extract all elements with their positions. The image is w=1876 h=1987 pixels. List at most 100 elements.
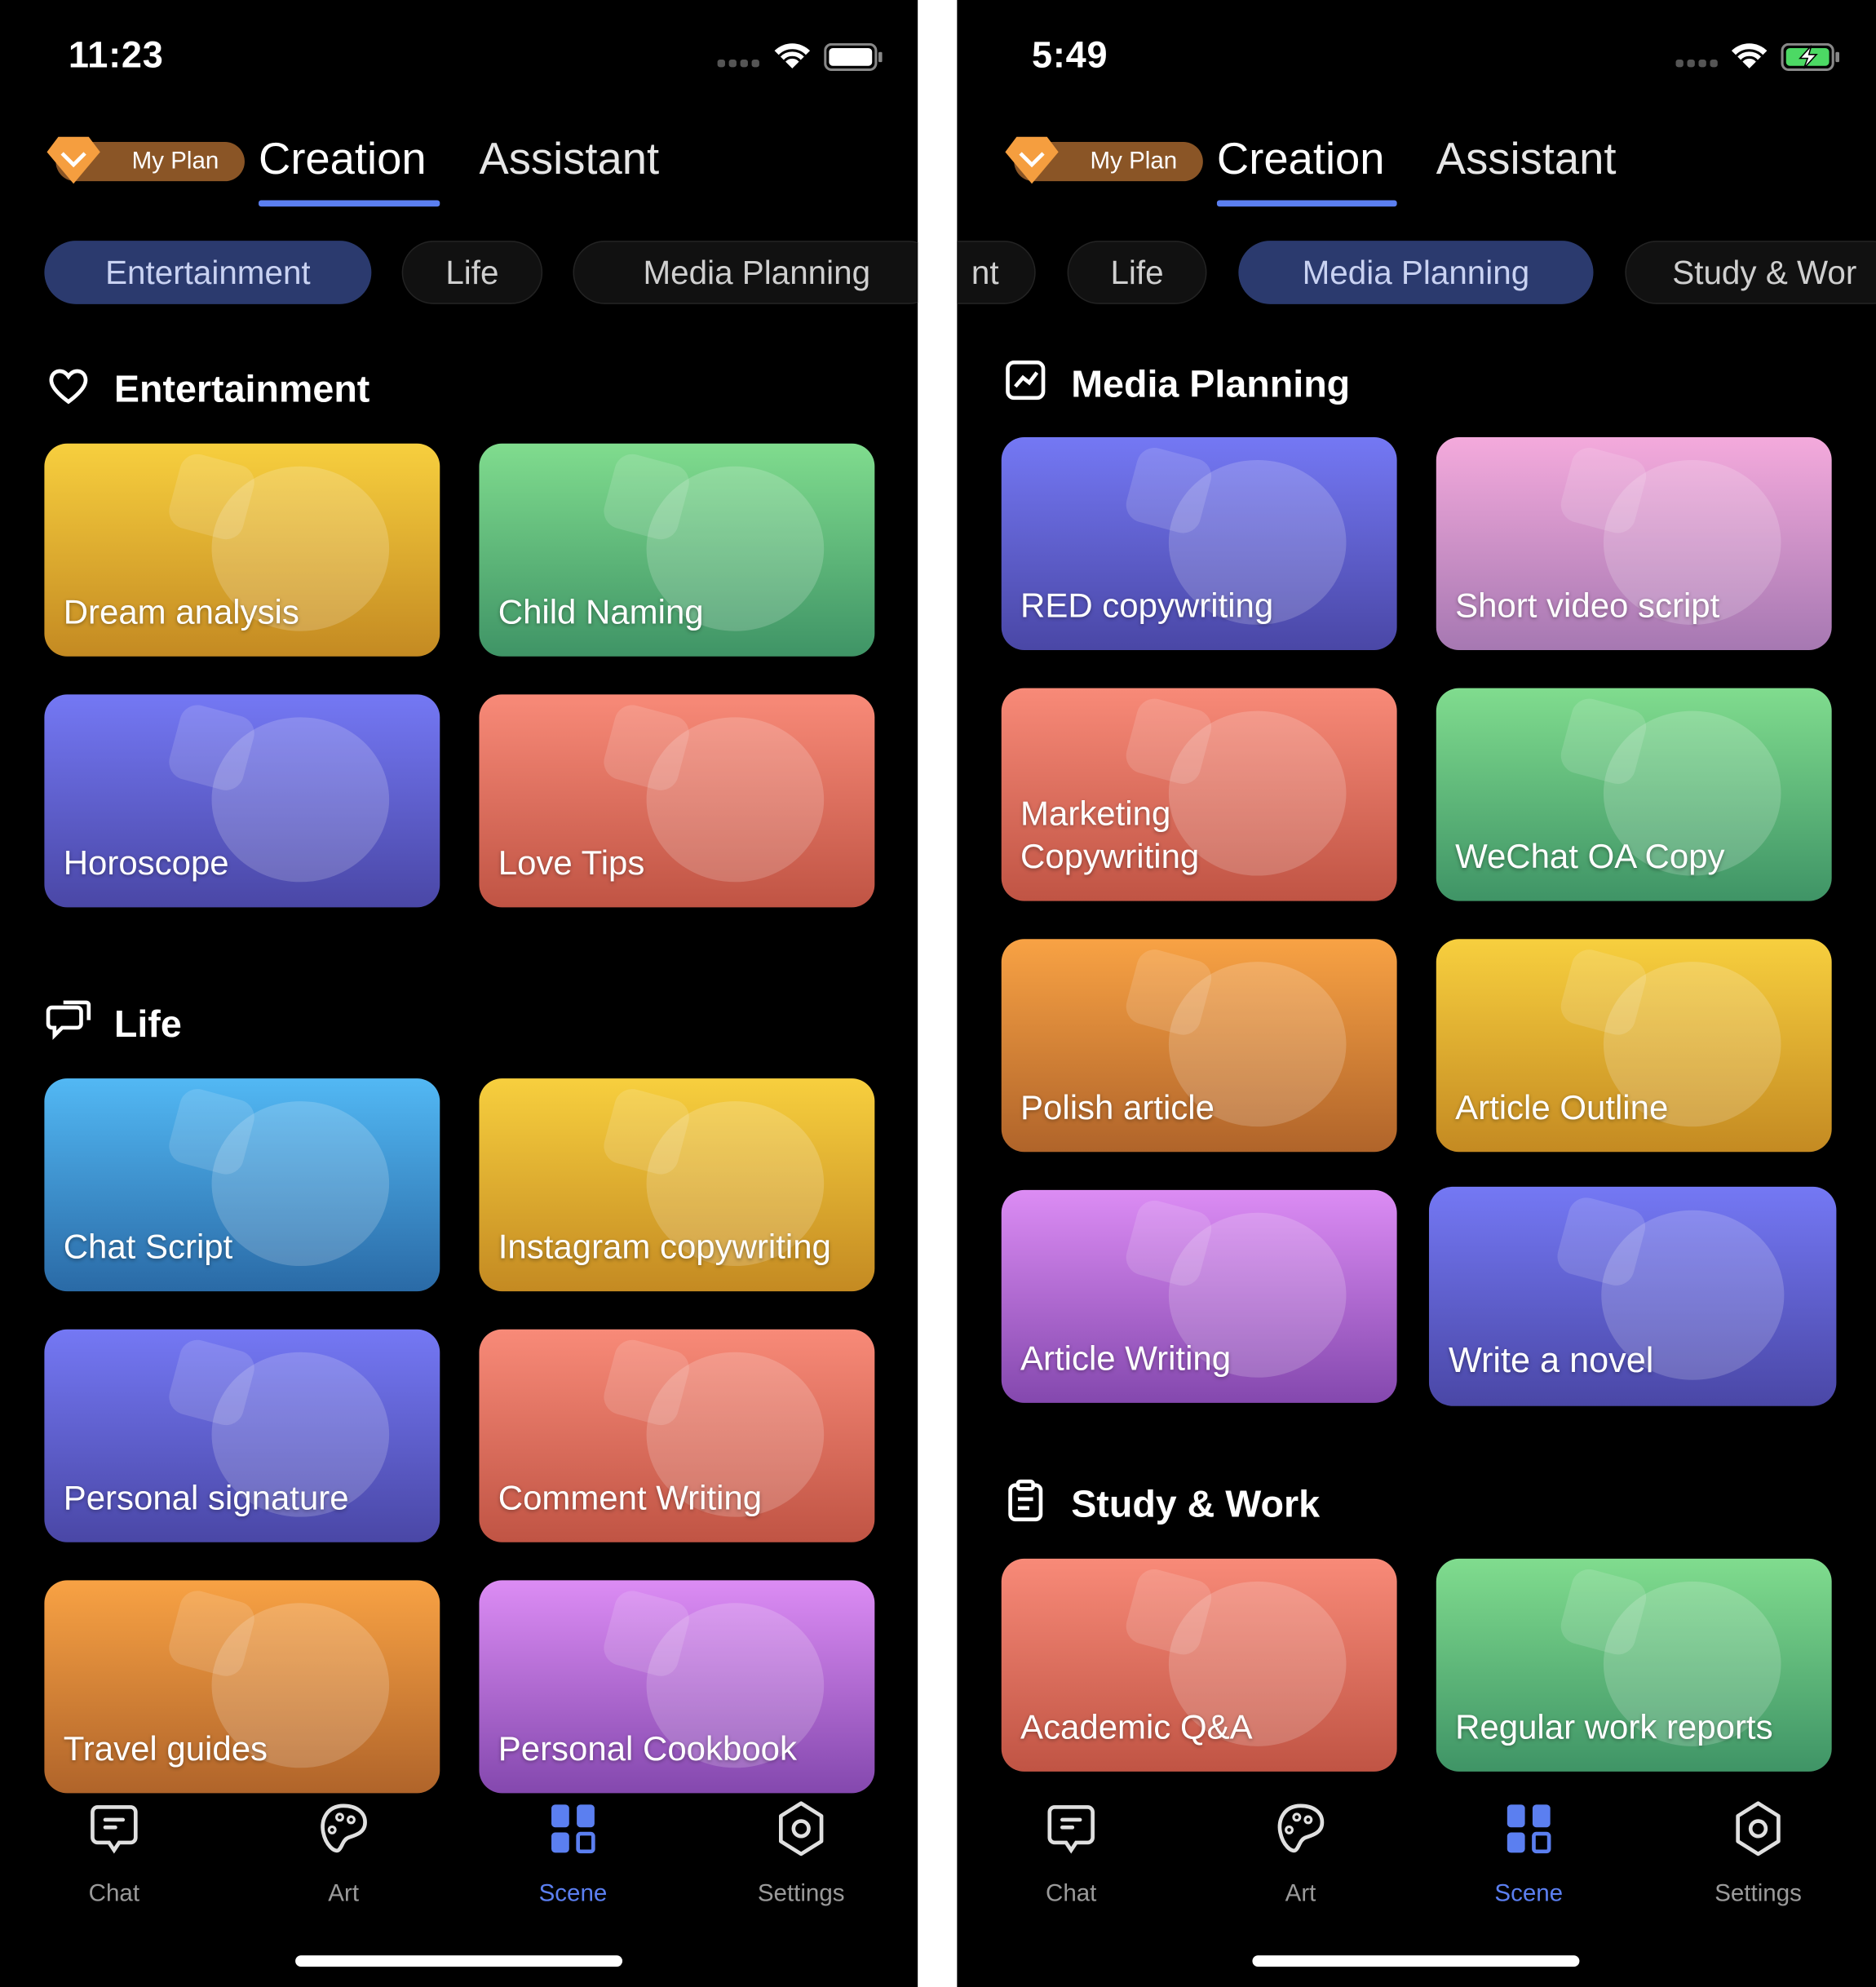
nav-label: Scene: [538, 1880, 608, 1908]
scene-card[interactable]: Personal signature: [44, 1329, 440, 1542]
tab-assistant[interactable]: Assistant: [479, 135, 659, 185]
scene-card[interactable]: WeChat OA Copy: [1436, 688, 1832, 901]
section-title: Study & Work: [1071, 1484, 1321, 1526]
battery-icon: [824, 42, 883, 72]
scene-card-label: Dream analysis: [63, 593, 299, 631]
scene-card[interactable]: Chat Script: [44, 1078, 440, 1292]
chat-icon: [0, 1799, 228, 1857]
nav-label: Settings: [1715, 1880, 1802, 1908]
scene-card[interactable]: Short video script: [1436, 436, 1832, 650]
wifi-icon: [1730, 41, 1768, 71]
home-indicator[interactable]: [295, 1955, 623, 1967]
phone-screen-right: 5:49 My Plan Creation Assistant nt Life Media …: [957, 0, 1876, 1987]
scene-card-label: Personal signature: [63, 1479, 349, 1517]
diamond-icon: [46, 135, 101, 185]
scene-card[interactable]: Comment Writing: [479, 1329, 875, 1542]
settings-icon: [1644, 1799, 1873, 1857]
scene-card-label: Chat Script: [63, 1228, 233, 1267]
nav-settings[interactable]: Settings: [687, 1799, 915, 1909]
active-tab-indicator: [1216, 200, 1397, 207]
nav-label: Settings: [757, 1880, 845, 1908]
clipboard-icon: [1002, 1477, 1048, 1533]
scene-card[interactable]: Article Outline: [1436, 939, 1832, 1153]
scene-card-label: RED copywriting: [1020, 586, 1274, 625]
scene-card[interactable]: Dream analysis: [44, 443, 440, 657]
wifi-icon: [773, 41, 812, 71]
section-title: Life: [113, 1003, 182, 1046]
nav-label: Scene: [1494, 1880, 1564, 1908]
tab-assistant[interactable]: Assistant: [1436, 135, 1617, 185]
nav-settings[interactable]: Settings: [1644, 1799, 1873, 1909]
section-header: Media Planning: [1002, 357, 1350, 413]
category-chips: Entertainment Life Media Planning: [0, 241, 918, 304]
diamond-icon: [1004, 135, 1060, 185]
scene-card-label: Travel guides: [63, 1729, 268, 1768]
scene-card-label: Academic Q&A: [1020, 1708, 1253, 1746]
chip-nt[interactable]: nt: [957, 241, 1036, 304]
scene-card[interactable]: Personal Cookbook: [479, 1580, 875, 1794]
scene-card[interactable]: RED copywriting: [1001, 436, 1397, 650]
status-time: 5:49: [1032, 35, 1108, 77]
scene-card[interactable]: Travel guides: [44, 1580, 440, 1794]
section-header: Life: [46, 998, 182, 1053]
grid-icon: [1414, 1799, 1643, 1857]
scene-card[interactable]: Instagram copywriting: [479, 1078, 875, 1292]
scene-card-label: Marketing Copywriting: [1020, 794, 1200, 876]
section-header: Entertainment: [46, 362, 369, 418]
scene-card-label: Regular work reports: [1455, 1708, 1773, 1746]
scene-card[interactable]: Love Tips: [479, 694, 875, 908]
heart-icon: [46, 362, 91, 418]
chip-entertainment[interactable]: Entertainment: [44, 241, 372, 304]
scene-card[interactable]: Child Naming: [479, 443, 875, 657]
scene-card[interactable]: Regular work reports: [1436, 1558, 1832, 1772]
chip-life[interactable]: Life: [401, 241, 543, 304]
nav-chat[interactable]: Chat: [957, 1799, 1185, 1909]
scene-card[interactable]: Article Writing: [1001, 1189, 1397, 1403]
nav-label: Chat: [1046, 1880, 1097, 1908]
palette-icon: [1187, 1799, 1415, 1857]
scene-card-label: Horoscope: [63, 843, 229, 883]
tab-creation[interactable]: Creation: [1217, 135, 1385, 185]
nav-label: Chat: [88, 1880, 140, 1908]
grid-icon: [459, 1799, 688, 1857]
home-indicator[interactable]: [1252, 1955, 1580, 1967]
scene-card[interactable]: Marketing Copywriting: [1001, 688, 1397, 901]
scene-card[interactable]: Write a novel: [1428, 1186, 1837, 1406]
scene-card-label: Love Tips: [498, 843, 645, 883]
scene-card[interactable]: Horoscope: [44, 694, 440, 908]
chip-life[interactable]: Life: [1067, 241, 1207, 304]
status-time: 11:23: [68, 35, 164, 77]
tab-creation[interactable]: Creation: [259, 135, 427, 185]
scene-card-label: Instagram copywriting: [498, 1228, 831, 1267]
scene-card-label: Write a novel: [1448, 1340, 1654, 1380]
chat-bubbles-icon: [46, 998, 91, 1053]
nav-art[interactable]: Art: [1187, 1799, 1415, 1909]
nav-label: Art: [328, 1880, 360, 1908]
scene-card-label: Comment Writing: [498, 1479, 763, 1517]
stage: 11:23 My Plan Creation Assistant Entertainme…: [0, 0, 1876, 1987]
nav-label: Art: [1285, 1880, 1316, 1908]
chat-icon: [957, 1799, 1185, 1857]
nav-chat[interactable]: Chat: [0, 1799, 228, 1909]
section-title: Entertainment: [113, 369, 370, 411]
scene-card[interactable]: Academic Q&A: [1001, 1558, 1397, 1772]
nav-scene[interactable]: Scene: [1414, 1799, 1643, 1909]
battery-charging-icon: [1781, 42, 1839, 72]
scene-card-label: Child Naming: [498, 593, 704, 631]
scene-card-label: Article Outline: [1455, 1088, 1669, 1127]
chip-media-planning[interactable]: Media Planning: [573, 241, 918, 304]
nav-scene[interactable]: Scene: [459, 1799, 688, 1909]
scene-card-label: Polish article: [1020, 1088, 1215, 1127]
signal-icon: [717, 60, 759, 68]
chip-study-wor[interactable]: Study & Wor: [1625, 241, 1876, 304]
chip-media-planning[interactable]: Media Planning: [1238, 241, 1594, 304]
palette-icon: [229, 1799, 458, 1857]
active-tab-indicator: [259, 200, 440, 207]
nav-art[interactable]: Art: [229, 1799, 458, 1909]
scene-card-label: Personal Cookbook: [498, 1729, 797, 1768]
signal-icon: [1675, 60, 1718, 68]
scene-card[interactable]: Polish article: [1001, 939, 1397, 1153]
section-header: Study & Work: [1002, 1477, 1320, 1533]
phone-screen-left: 11:23 My Plan Creation Assistant Entertainme…: [0, 0, 918, 1987]
chart-icon: [1002, 357, 1048, 413]
